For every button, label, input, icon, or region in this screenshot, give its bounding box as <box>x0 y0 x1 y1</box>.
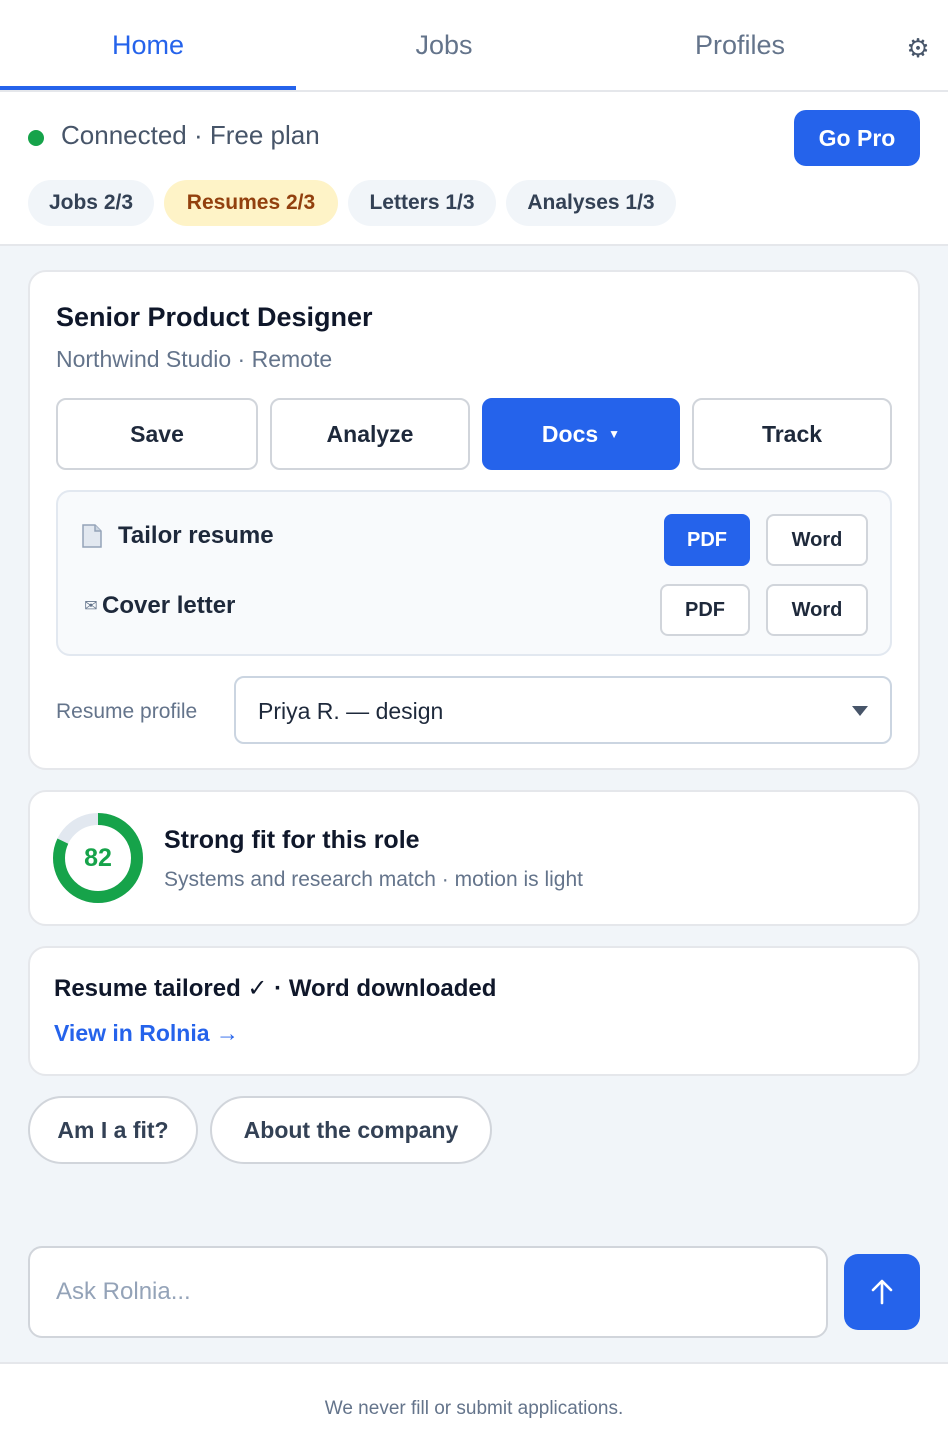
gear-icon[interactable]: ⚙ <box>900 30 936 66</box>
usage-chip-letters: Letters 1/3 <box>348 180 496 226</box>
resume-profile-label: Resume profile <box>56 700 198 723</box>
tailor-resume-label: Tailor resume <box>118 522 274 549</box>
suggestion-am-i-a-fit[interactable]: Am I a fit? <box>28 1096 198 1164</box>
connection-status-dot <box>28 130 44 146</box>
tab-home[interactable]: Home <box>0 0 296 90</box>
docs-menu-panel: Tailor resume PDF Word ✉ Cover letter PD… <box>56 490 892 656</box>
tab-jobs[interactable]: Jobs <box>296 0 592 90</box>
resume-profile-value: Priya R. — design <box>258 698 444 724</box>
tab-profiles[interactable]: Profiles <box>592 0 888 90</box>
footer: We never fill or submit applications. <box>0 1362 948 1444</box>
resume-word-button[interactable]: Word <box>766 514 868 566</box>
fit-summary: Systems and research match · motion is l… <box>164 868 583 891</box>
result-card: Resume tailored ✓ · Word downloaded View… <box>28 946 920 1076</box>
cover-letter-label: Cover letter <box>102 592 236 619</box>
doc-row-tailor-resume: Tailor resume <box>80 522 274 550</box>
fit-score-card: 82 Strong fit for this role Systems and … <box>28 790 920 926</box>
chevron-down-icon <box>852 706 868 716</box>
job-company-location: Northwind Studio · Remote <box>56 346 333 372</box>
usage-chip-resumes: Resumes 2/3 <box>164 180 338 226</box>
analyze-button[interactable]: Analyze <box>270 398 470 470</box>
go-pro-button[interactable]: Go Pro <box>794 110 920 166</box>
job-card: Senior Product Designer Northwind Studio… <box>28 270 920 770</box>
caret-down-icon: ▼ <box>608 427 621 441</box>
status-panel: Connected · Free plan Go Pro Jobs 2/3 Re… <box>0 92 948 246</box>
job-title: Senior Product Designer <box>56 302 373 332</box>
result-status-text: Resume tailored ✓ · Word downloaded <box>54 975 497 1002</box>
docs-dropdown-button[interactable]: Docs ▼ <box>482 398 680 470</box>
footer-disclaimer: We never fill or submit applications. <box>324 1398 624 1419</box>
connection-status-text: Connected · Free plan <box>61 120 320 150</box>
fit-score-value: 82 <box>84 843 112 872</box>
doc-row-cover-letter: ✉ Cover letter <box>80 592 235 620</box>
cover-letter-word-button[interactable]: Word <box>766 584 868 636</box>
top-tab-bar: Home Jobs Profiles ⚙ <box>0 0 948 92</box>
resume-pdf-button[interactable]: PDF <box>664 514 750 566</box>
document-icon <box>80 524 104 548</box>
save-button[interactable]: Save <box>56 398 258 470</box>
cover-letter-pdf-button[interactable]: PDF <box>660 584 750 636</box>
ask-input[interactable] <box>28 1246 828 1338</box>
send-button[interactable] <box>844 1254 920 1330</box>
usage-chip-analyses: Analyses 1/3 <box>506 180 676 226</box>
fit-title: Strong fit for this role <box>164 826 420 854</box>
docs-button-label: Docs <box>541 420 599 447</box>
active-tab-indicator <box>0 86 296 90</box>
usage-chip-jobs: Jobs 2/3 <box>28 180 154 226</box>
view-in-rolnia-link[interactable]: View in Rolnia → <box>54 1020 239 1047</box>
arrow-up-icon <box>871 1279 893 1305</box>
track-button[interactable]: Track <box>692 398 892 470</box>
envelope-icon: ✉ <box>84 598 98 615</box>
resume-profile-select[interactable]: Priya R. — design <box>234 676 892 744</box>
suggestion-about-company[interactable]: About the company <box>210 1096 492 1164</box>
